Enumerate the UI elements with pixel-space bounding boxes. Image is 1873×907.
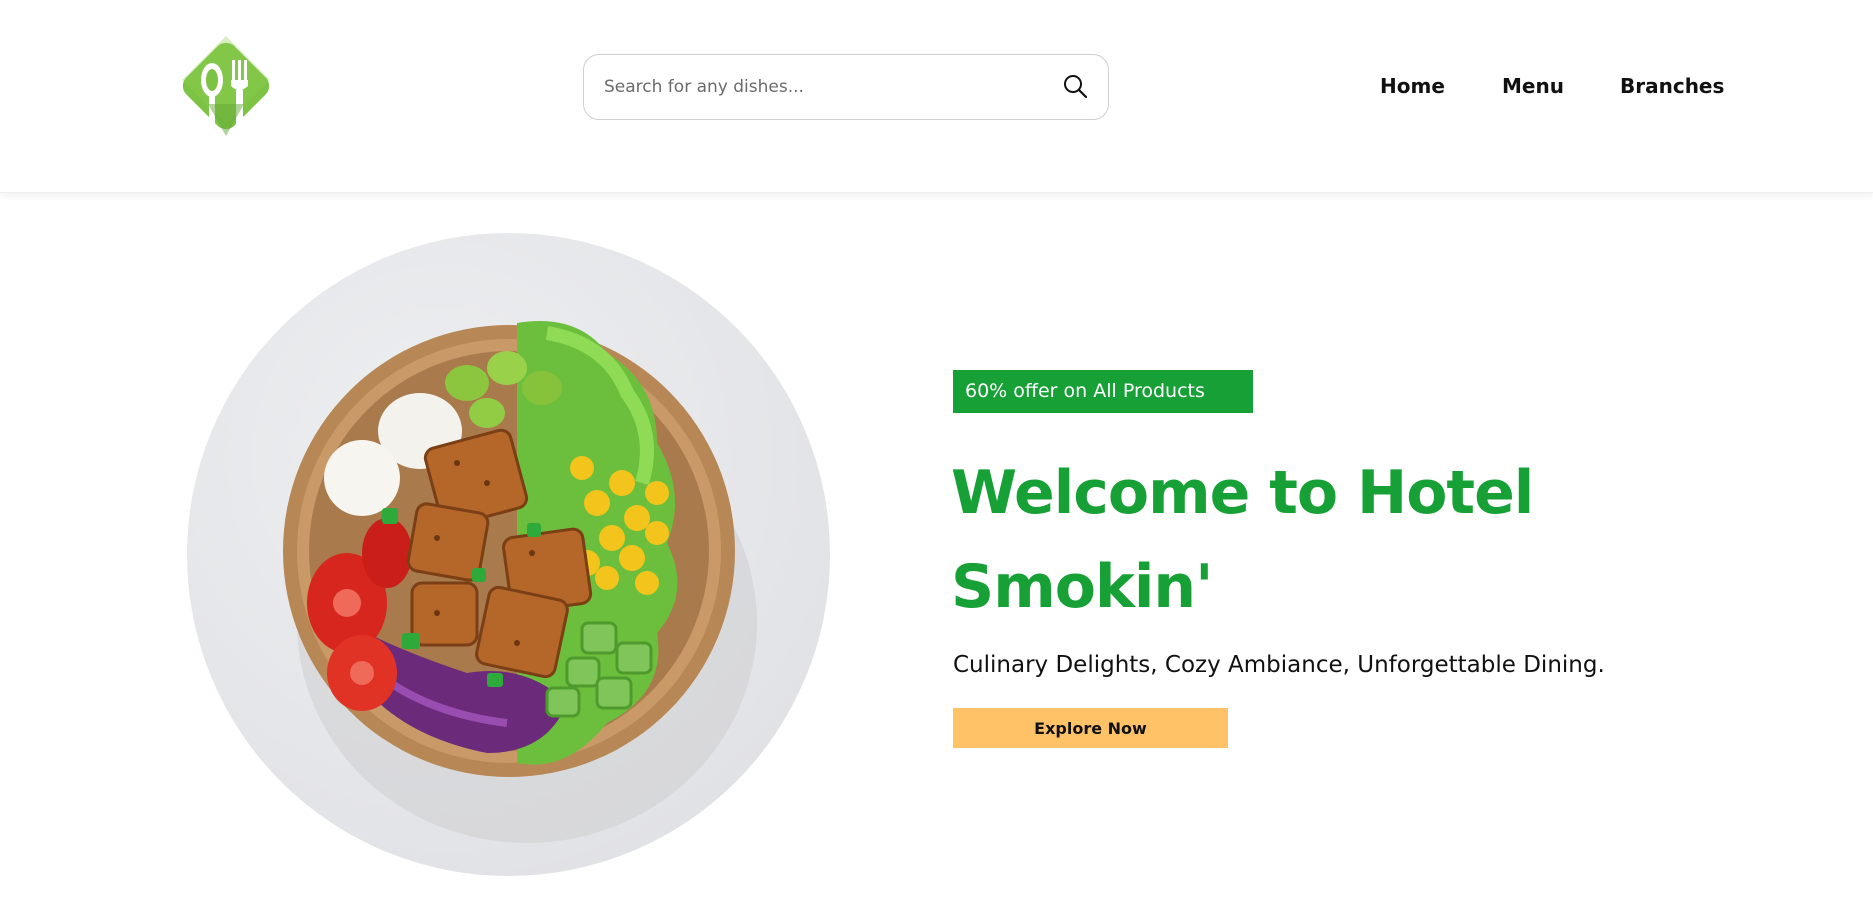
- logo-icon[interactable]: [170, 34, 282, 142]
- nav-menu[interactable]: Menu: [1502, 74, 1564, 98]
- salad-bowl-image: [283, 321, 757, 843]
- explore-now-button[interactable]: Explore Now: [953, 708, 1228, 748]
- nav-home[interactable]: Home: [1380, 74, 1445, 98]
- hero-subtitle: Culinary Delights, Cozy Ambiance, Unforg…: [953, 652, 1605, 678]
- search-bar[interactable]: [583, 54, 1109, 120]
- hero-image-circle: [187, 233, 830, 876]
- nav-branches[interactable]: Branches: [1620, 74, 1724, 98]
- search-input[interactable]: [604, 55, 1044, 119]
- offer-badge: 60% offer on All Products: [953, 370, 1253, 413]
- search-icon[interactable]: [1062, 73, 1088, 99]
- site-header: Home Menu Branches: [0, 0, 1873, 193]
- hero-title: Welcome to Hotel Smokin': [951, 458, 1534, 622]
